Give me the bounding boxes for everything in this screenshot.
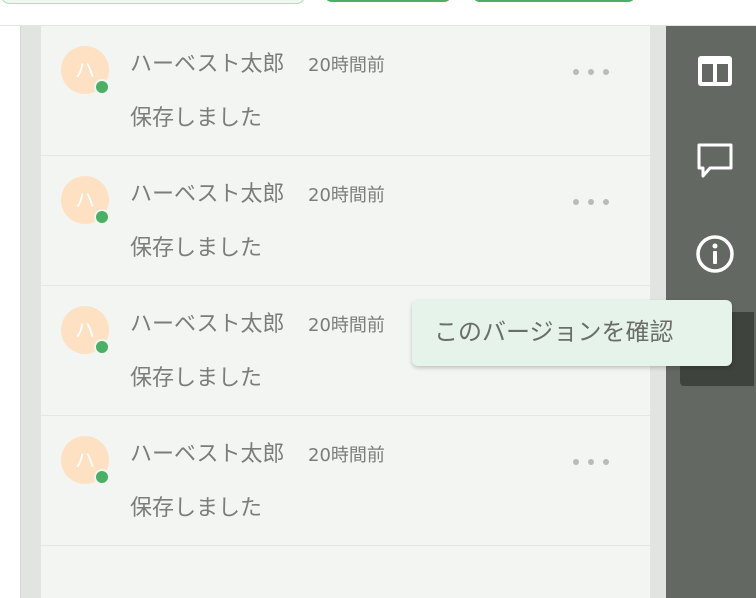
- version-message: 保存しました: [130, 366, 263, 391]
- more-options-button[interactable]: [573, 190, 609, 214]
- comment-icon: [697, 143, 733, 178]
- top-toolbar: [0, 0, 756, 26]
- layout-columns-button[interactable]: [692, 48, 738, 94]
- more-dot-icon: [573, 69, 579, 75]
- user-name: ハーベスト太郎: [130, 52, 285, 77]
- online-status-dot: [94, 469, 110, 485]
- more-dot-icon: [588, 69, 594, 75]
- version-message: 保存しました: [130, 106, 263, 131]
- more-options-button[interactable]: [573, 450, 609, 474]
- user-name: ハーベスト太郎: [130, 312, 285, 337]
- timestamp: 20時間前: [308, 445, 385, 466]
- more-dot-icon: [573, 459, 579, 465]
- version-message: 保存しました: [130, 496, 263, 521]
- timestamp: 20時間前: [308, 185, 385, 206]
- version-message: 保存しました: [130, 236, 263, 261]
- online-status-dot: [94, 209, 110, 225]
- version-item[interactable]: ハ ハーベスト太郎 20時間前 保存しました: [41, 26, 650, 156]
- online-status-dot: [94, 79, 110, 95]
- comments-button[interactable]: [692, 138, 738, 184]
- top-action-button-1[interactable]: [324, 0, 452, 2]
- timestamp: 20時間前: [308, 55, 385, 76]
- top-action-button-2[interactable]: [472, 0, 636, 2]
- more-dot-icon: [588, 459, 594, 465]
- more-dot-icon: [603, 69, 609, 75]
- top-input-field[interactable]: [0, 0, 306, 4]
- version-item[interactable]: ハ ハーベスト太郎 20時間前 保存しました: [41, 156, 650, 286]
- tooltip: このバージョンを確認: [412, 300, 732, 366]
- info-button[interactable]: [692, 231, 738, 277]
- user-name: ハーベスト太郎: [130, 442, 285, 467]
- more-dot-icon: [573, 199, 579, 205]
- online-status-dot: [94, 339, 110, 355]
- layout-columns-icon: [698, 56, 732, 86]
- info-icon: [696, 235, 734, 273]
- more-dot-icon: [588, 199, 594, 205]
- more-dot-icon: [603, 199, 609, 205]
- more-dot-icon: [603, 459, 609, 465]
- timestamp: 20時間前: [308, 315, 385, 336]
- more-options-button[interactable]: [573, 60, 609, 84]
- user-name: ハーベスト太郎: [130, 182, 285, 207]
- version-item[interactable]: ハ ハーベスト太郎 20時間前 保存しました: [41, 416, 650, 546]
